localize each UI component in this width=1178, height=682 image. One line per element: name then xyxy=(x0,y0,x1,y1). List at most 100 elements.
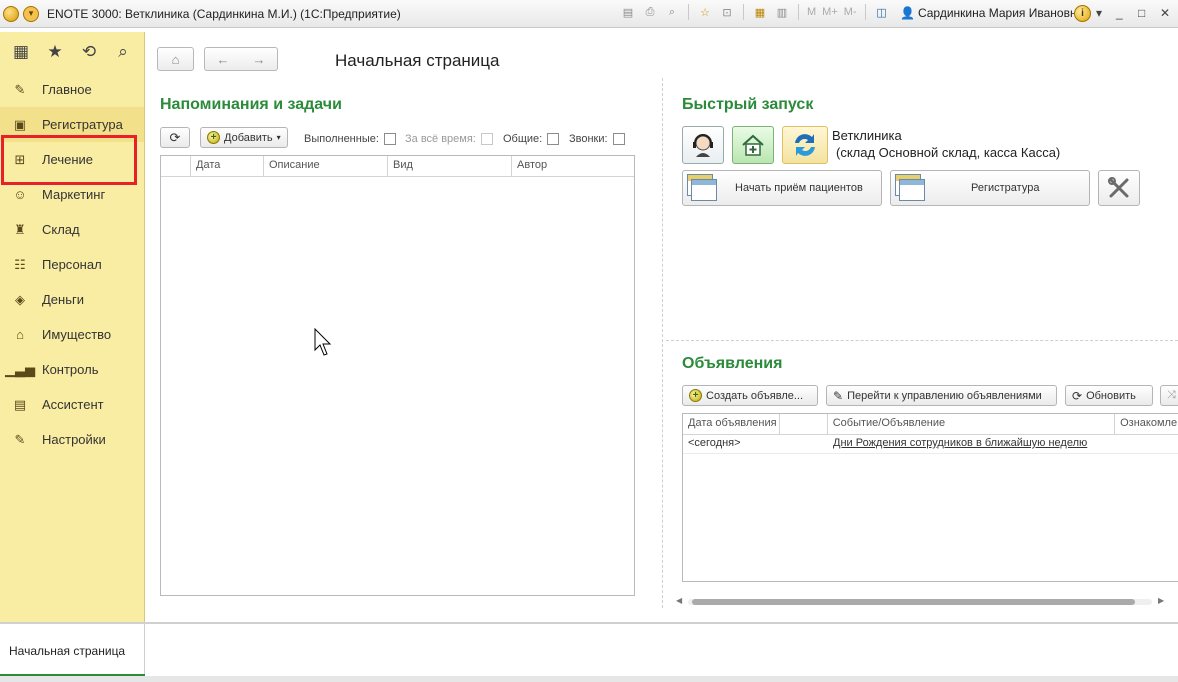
clinic-details: (склад Основной склад, касса Касса) xyxy=(836,145,1061,160)
grid-menu-icon[interactable]: ▦ xyxy=(9,42,33,62)
filter-done[interactable]: Выполненные: xyxy=(304,133,396,145)
start-reception-button[interactable]: Начать приём пациентов xyxy=(682,170,882,206)
marketing-icon: ☺ xyxy=(13,187,27,202)
documents-icon xyxy=(895,174,927,202)
column-type[interactable]: Вид xyxy=(388,156,512,176)
info-dropdown-icon[interactable]: ▾ xyxy=(1096,6,1102,20)
panel-divider xyxy=(666,340,1178,341)
minimize-button[interactable]: _ xyxy=(1116,6,1123,20)
registry-button-label: Регистратура xyxy=(971,182,1040,194)
quicklaunch-settings-button[interactable] xyxy=(1098,170,1140,206)
favorites-star-icon[interactable]: ★ xyxy=(43,42,67,62)
scroll-left-arrow-icon[interactable]: ◀ xyxy=(676,596,682,605)
preview-icon[interactable]: ⌕ xyxy=(664,4,680,20)
table-header: Дата Описание Вид Автор xyxy=(161,156,634,177)
history-icon[interactable]: ⊡ xyxy=(719,4,735,20)
sidebar-item-assistant[interactable]: ▤ Ассистент xyxy=(0,387,144,422)
toolbar-separator xyxy=(798,4,799,20)
column-flag[interactable] xyxy=(780,414,828,434)
filter-calls[interactable]: Звонки: xyxy=(569,133,625,145)
table-row[interactable]: <сегодня> Дни Рождения сотрудников в бли… xyxy=(683,435,1178,454)
create-announcement-button[interactable]: + Создать объявле... xyxy=(682,385,818,406)
column-description[interactable]: Описание xyxy=(264,156,388,176)
memory-add-button[interactable]: M+ xyxy=(822,6,838,18)
announcements-table[interactable]: Дата объявления Событие/Объявление Ознак… xyxy=(682,413,1178,582)
sidebar-item-staff[interactable]: ☷ Персонал xyxy=(0,247,144,282)
quicklaunch-title: Быстрый запуск xyxy=(682,96,814,113)
memory-button[interactable]: M xyxy=(807,6,816,18)
filter-all-time[interactable]: За всё время: xyxy=(405,133,493,145)
switch-clinic-button[interactable] xyxy=(782,126,828,164)
manage-announcements-button[interactable]: ✎ Перейти к управлению объявлениями xyxy=(826,385,1057,406)
app-logo-icon[interactable] xyxy=(3,5,19,22)
sidebar-item-treatment[interactable]: ⊞ Лечение xyxy=(0,142,144,177)
info-icon[interactable]: i xyxy=(1074,5,1091,22)
sections-panel: ▦ ★ ⟲ ⌕ ✎ Главное ▣ Регистратура ⊞ Лечен… xyxy=(0,32,145,622)
page-title: Начальная страница xyxy=(335,51,500,70)
column-date[interactable]: Дата xyxy=(191,156,264,176)
warehouse-icon: ♜ xyxy=(14,221,26,237)
add-icon: + xyxy=(689,389,702,402)
save-icon[interactable]: ▤ xyxy=(620,4,636,20)
maximize-button[interactable]: □ xyxy=(1138,6,1145,20)
close-button[interactable]: ✕ xyxy=(1160,6,1170,20)
scroll-thumb[interactable] xyxy=(692,599,1135,605)
filter-calls-checkbox[interactable] xyxy=(612,133,625,145)
back-arrow-icon[interactable]: ← xyxy=(217,52,230,67)
panel-divider xyxy=(662,78,663,608)
horizontal-scrollbar[interactable]: ◀ ▶ xyxy=(674,596,1166,607)
sidebar-item-registry[interactable]: ▣ Регистратура xyxy=(0,107,144,142)
refresh-reminders-button[interactable]: ⟳ xyxy=(160,127,190,148)
operator-headset-button[interactable] xyxy=(682,126,724,164)
add-button-label: Добавить xyxy=(224,131,273,144)
calculator-icon[interactable]: ▦ xyxy=(752,4,768,20)
panels-icon[interactable]: ◫ xyxy=(874,4,890,20)
main-menu-button[interactable]: ▾ xyxy=(23,5,39,22)
filter-all-time-checkbox[interactable] xyxy=(480,133,493,145)
headset-icon xyxy=(693,134,713,157)
column-event[interactable]: Событие/Объявление xyxy=(828,414,1116,434)
memory-subtract-button[interactable]: M- xyxy=(844,6,857,18)
scroll-right-arrow-icon[interactable]: ▶ xyxy=(1158,596,1164,605)
user-name: Сардинкина Мария Ивановна xyxy=(917,6,1084,20)
sidebar-toolbar: ▦ ★ ⟲ ⌕ xyxy=(0,32,144,72)
sidebar-item-money[interactable]: ◈ Деньги xyxy=(0,282,144,317)
sidebar-item-main[interactable]: ✎ Главное xyxy=(0,72,144,107)
history-icon[interactable]: ⟲ xyxy=(77,42,101,62)
open-windows-bar: Начальная страница xyxy=(0,622,1178,682)
tab-home-page[interactable]: Начальная страница xyxy=(0,624,145,678)
print-icon[interactable]: ⎙ xyxy=(642,4,658,20)
current-user[interactable]: 👤 Сардинкина Мария Ивановна xyxy=(900,6,1083,20)
tools-icon xyxy=(1108,177,1129,198)
filter-done-checkbox[interactable] xyxy=(383,133,396,145)
forward-arrow-icon[interactable]: → xyxy=(253,52,266,67)
sidebar-item-settings[interactable]: ✎ Настройки xyxy=(0,422,144,457)
home-button[interactable]: ⌂ xyxy=(157,47,194,71)
window-title: ENOTE 3000: Ветклиника (Сардинкина М.И.)… xyxy=(47,6,401,21)
column-author[interactable]: Автор xyxy=(512,156,634,176)
filter-common[interactable]: Общие: xyxy=(503,133,560,145)
refresh-announcements-button[interactable]: ⟳ Обновить xyxy=(1065,385,1153,406)
switch-arrows-icon xyxy=(795,134,815,156)
registry-button[interactable]: Регистратура xyxy=(890,170,1090,206)
sidebar-item-control[interactable]: ▁▃▅ Контроль xyxy=(0,352,144,387)
chart-icon: ▁▃▅ xyxy=(5,361,35,377)
column-acknowledged[interactable]: Ознакомле xyxy=(1115,414,1178,434)
filter-common-checkbox[interactable] xyxy=(547,133,560,145)
column-announcement-date[interactable]: Дата объявления xyxy=(683,414,780,434)
staff-icon: ☷ xyxy=(14,256,26,272)
search-icon[interactable]: ⌕ xyxy=(111,42,135,62)
calendar-icon[interactable]: ▥ xyxy=(774,4,790,20)
favorites-icon[interactable]: ☆ xyxy=(697,4,713,20)
sidebar-item-label: Контроль xyxy=(42,362,99,377)
row-flag xyxy=(780,435,828,453)
add-reminder-button[interactable]: + Добавить ▾ xyxy=(200,127,288,148)
sidebar-item-marketing[interactable]: ☺ Маркетинг xyxy=(0,177,144,212)
sidebar-item-property[interactable]: ⌂ Имущество xyxy=(0,317,144,352)
event-link[interactable]: Дни Рождения сотрудников в ближайшую нед… xyxy=(833,437,1087,449)
reminders-table[interactable]: Дата Описание Вид Автор xyxy=(160,155,635,596)
sidebar-item-warehouse[interactable]: ♜ Склад xyxy=(0,212,144,247)
clinic-home-button[interactable] xyxy=(732,126,774,164)
medical-kit-icon: ⊞ xyxy=(14,151,26,167)
announcements-more-button[interactable]: ⤨ xyxy=(1160,385,1178,406)
